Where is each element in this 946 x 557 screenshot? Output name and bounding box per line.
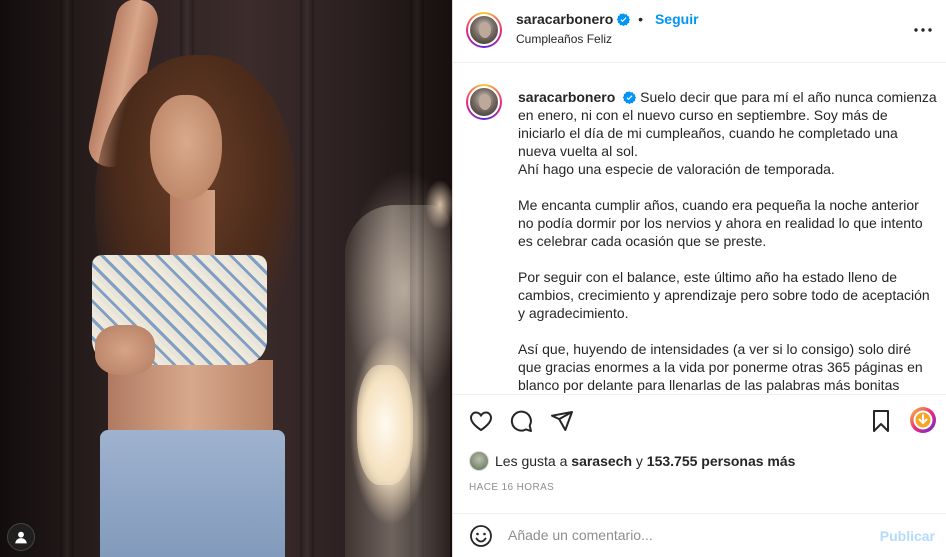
- like-button[interactable]: [467, 407, 495, 435]
- separator-dot: •: [638, 11, 644, 27]
- caption-paragraph: Así que, huyendo de intensidades (a ver …: [518, 341, 923, 393]
- caption-text: saracarbonero Suelo decir que para mí el…: [518, 88, 938, 394]
- caption-username[interactable]: saracarbonero: [518, 89, 615, 105]
- post-subtitle[interactable]: Cumpleaños Feliz: [516, 32, 612, 46]
- tagged-accounts-button[interactable]: [7, 523, 35, 551]
- emoji-icon: [470, 525, 492, 547]
- username-link[interactable]: saracarbonero: [516, 11, 613, 27]
- likes-summary[interactable]: Les gusta a sarasech y 153.755 personas …: [469, 450, 795, 472]
- caption-area: saracarbonero Suelo decir que para mí el…: [453, 64, 946, 394]
- verified-badge-icon: [617, 13, 631, 26]
- curtain-fold: [60, 0, 74, 557]
- user-icon: [15, 531, 27, 544]
- caption-avatar[interactable]: [466, 84, 502, 120]
- liker-username[interactable]: sarasech: [571, 453, 632, 469]
- lamp-light: [357, 365, 413, 485]
- header-user-line: saracarbonero • Seguir: [516, 11, 699, 27]
- face: [150, 95, 222, 200]
- post-timestamp[interactable]: HACE 16 HORAS: [469, 482, 554, 493]
- liker-avatar[interactable]: [469, 451, 489, 471]
- more-horizontal-icon: [914, 28, 932, 32]
- bookmark-icon: [873, 410, 889, 432]
- comment-button[interactable]: [507, 407, 535, 435]
- avatar[interactable]: [466, 12, 502, 48]
- caption-paragraph: Por seguir con el balance, este último a…: [518, 269, 930, 321]
- hand: [95, 325, 155, 375]
- likes-count[interactable]: 153.755 personas más: [647, 453, 796, 469]
- comment-input[interactable]: Añade un comentario...: [508, 527, 838, 543]
- share-button[interactable]: [548, 407, 576, 435]
- publish-button[interactable]: Publicar: [880, 528, 935, 544]
- jeans: [100, 430, 285, 557]
- likes-connector: y: [635, 453, 643, 469]
- follow-button[interactable]: Seguir: [655, 11, 699, 27]
- download-extension-button[interactable]: [909, 406, 937, 434]
- comment-bar: Añade un comentario... Publicar: [453, 513, 946, 557]
- caption-paragraph: Me encanta cumplir años, cuando era pequ…: [518, 197, 923, 249]
- post-header: saracarbonero • Seguir Cumpleaños Feliz: [453, 0, 946, 63]
- post-side-panel: saracarbonero • Seguir Cumpleaños Feliz …: [452, 0, 946, 557]
- save-button[interactable]: [867, 407, 895, 435]
- verified-badge-icon: [623, 91, 637, 104]
- comment-icon: [510, 410, 532, 432]
- caption-paragraph: saracarbonero Suelo decir que para mí el…: [518, 88, 938, 178]
- action-bar: [453, 394, 946, 448]
- likes-prefix: Les gusta a: [495, 453, 568, 469]
- send-icon: [551, 411, 573, 431]
- download-circle-icon: [910, 407, 936, 433]
- heart-icon: [470, 411, 492, 432]
- neck: [170, 190, 215, 265]
- more-options-button[interactable]: [913, 20, 933, 40]
- curtain-fold: [300, 0, 314, 557]
- post-photo[interactable]: [0, 0, 452, 557]
- emoji-button[interactable]: [467, 522, 495, 550]
